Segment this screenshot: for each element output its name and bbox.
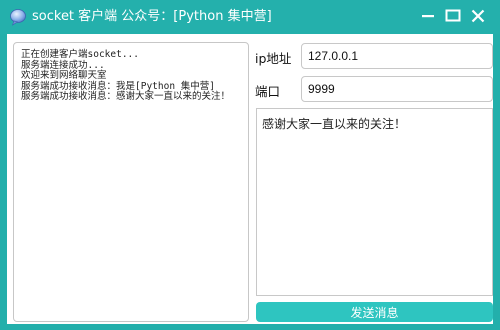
- ip-address-input[interactable]: [301, 43, 493, 69]
- message-log[interactable]: 正在创建客户端socket... 服务端连接成功... 欢迎来到网络聊天室 服务…: [13, 42, 249, 322]
- message-input[interactable]: 感谢大家一直以来的关注！: [256, 108, 493, 296]
- window-title: socket 客户端 公众号：[Python 集中营]: [32, 9, 272, 24]
- ip-label: ip地址: [255, 51, 292, 66]
- title-bar[interactable]: socket 客户端 公众号：[Python 集中营]: [0, 0, 500, 34]
- log-line: 服务端成功接收消息：感谢大家一直以来的关注！: [21, 91, 231, 102]
- minimize-icon[interactable]: [418, 6, 438, 26]
- log-line: 欢迎来到网络聊天室: [21, 70, 107, 81]
- port-label: 端口: [255, 84, 281, 99]
- close-icon[interactable]: [468, 6, 488, 26]
- log-line: 正在创建客户端socket...: [21, 49, 139, 60]
- port-input[interactable]: [301, 76, 493, 102]
- client-area: 正在创建客户端socket... 服务端连接成功... 欢迎来到网络聊天室 服务…: [7, 34, 493, 324]
- send-message-button[interactable]: 发送消息: [256, 302, 493, 322]
- client-window: socket 客户端 公众号：[Python 集中营] 正在创建客户端socke…: [0, 0, 500, 330]
- maximize-icon[interactable]: [443, 6, 463, 26]
- chat-bubble-icon: [9, 8, 27, 26]
